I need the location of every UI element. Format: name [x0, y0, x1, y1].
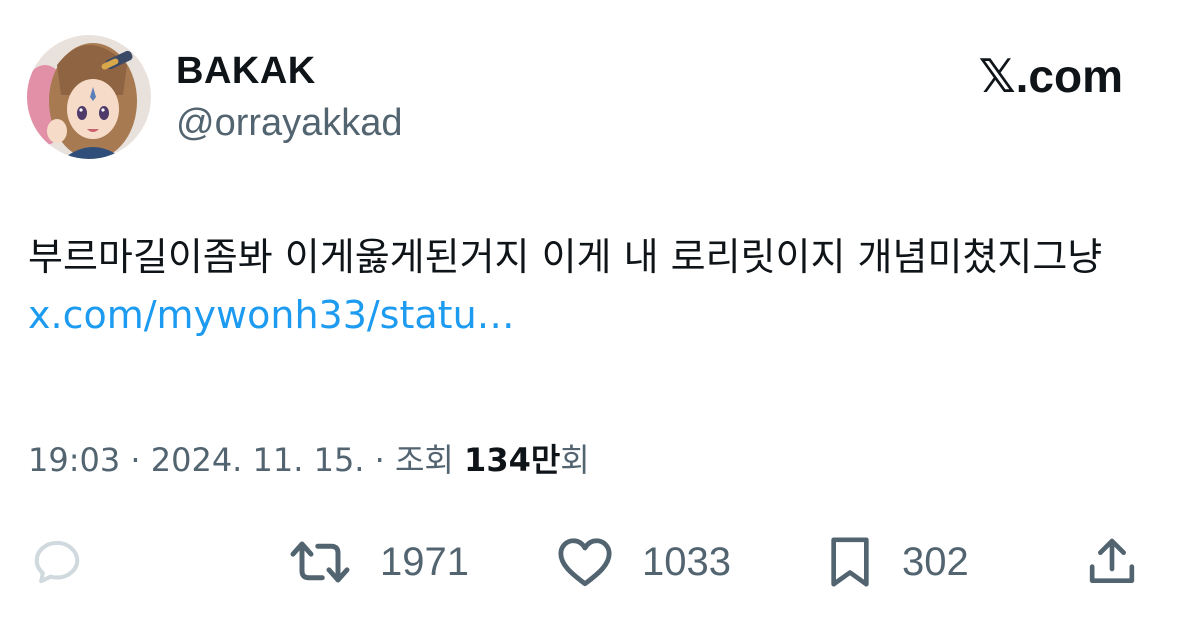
views-count: 134만	[464, 441, 561, 479]
retweet-icon	[290, 541, 350, 583]
tweet-date[interactable]: 2024. 11. 15.	[151, 441, 365, 479]
tweet-body: 부르마길이좀봐 이게옳게된거지 이게 내 로리릿이지 개념미쳤지그냥	[28, 235, 1103, 279]
x-logo-icon: 𝕏	[978, 49, 1016, 103]
avatar[interactable]	[27, 35, 151, 159]
views-suffix: 회	[560, 441, 590, 479]
x-logo-suffix: .com	[1015, 50, 1123, 102]
reply-button[interactable]	[30, 530, 84, 594]
tweet-meta: 19:03 · 2024. 11. 15. · 조회 134만회	[28, 435, 590, 485]
share-icon	[1089, 538, 1135, 583]
reply-icon	[34, 540, 80, 584]
tweet-text: 부르마길이좀봐 이게옳게된거지 이게 내 로리릿이지 개념미쳤지그냥 x.com…	[28, 228, 1148, 344]
heart-icon	[558, 538, 612, 587]
retweet-button[interactable]: 1971	[288, 530, 469, 594]
action-bar: 1971 1033 302	[0, 530, 1179, 594]
share-button[interactable]	[1084, 530, 1140, 594]
views-label: 조회	[394, 441, 454, 479]
tweet-link[interactable]: x.com/mywonh33/statu…	[28, 293, 515, 337]
bookmark-icon	[831, 537, 869, 587]
tweet-time[interactable]: 19:03	[28, 441, 120, 479]
like-count: 1033	[642, 539, 731, 584]
tweet-card: BAKAK @orrayakkad 𝕏 .com 부르마길이좀봐 이게옳게된거지 …	[0, 0, 1179, 627]
meta-separator: ·	[130, 441, 141, 479]
like-button[interactable]: 1033	[556, 530, 731, 594]
bookmark-count: 302	[902, 539, 969, 584]
display-name[interactable]: BAKAK	[176, 48, 316, 94]
x-logo: 𝕏 .com	[979, 50, 1123, 102]
bookmark-button[interactable]: 302	[826, 530, 969, 594]
user-handle[interactable]: @orrayakkad	[176, 100, 403, 146]
meta-separator-2: ·	[374, 441, 385, 479]
retweet-count: 1971	[380, 539, 469, 584]
